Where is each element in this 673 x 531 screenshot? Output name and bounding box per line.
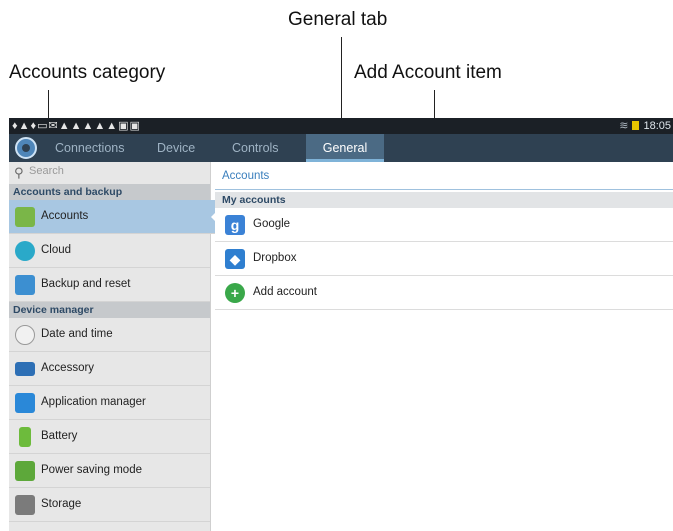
account-item-google[interactable]: g Google: [215, 208, 673, 242]
power-saving-icon: [15, 461, 35, 481]
settings-tab-bar: Connections Device Controls General: [9, 134, 673, 162]
title-divider: [215, 189, 673, 190]
google-icon: g: [225, 215, 245, 235]
backup-reset-icon: [15, 275, 35, 295]
battery-status-icon: [632, 121, 640, 130]
sidebar-item-battery[interactable]: Battery: [9, 420, 210, 454]
clock-icon: [15, 325, 35, 345]
section-header-accounts-backup: Accounts and backup: [9, 184, 210, 200]
account-label: Google: [253, 218, 291, 230]
sidebar-item-label: Storage: [41, 498, 82, 510]
status-right: ≋ 18:05: [619, 119, 671, 133]
search-input[interactable]: Search: [29, 165, 64, 177]
accessory-icon: [15, 362, 35, 376]
sidebar-item-label: Power saving mode: [41, 464, 142, 476]
settings-gear-icon[interactable]: [15, 137, 37, 159]
key-icon: [15, 207, 35, 227]
sidebar-item-label: Application manager: [41, 396, 146, 408]
sidebar-item-backup-reset[interactable]: Backup and reset: [9, 268, 210, 302]
tab-connections[interactable]: Connections: [55, 134, 125, 162]
callout-accounts-category: Accounts category: [9, 62, 166, 83]
search-box[interactable]: ⚲ Search: [9, 162, 210, 185]
sidebar-item-accessory[interactable]: Accessory: [9, 352, 210, 386]
tab-device[interactable]: Device: [157, 134, 195, 162]
tab-general[interactable]: General: [306, 134, 384, 162]
sidebar-item-accounts[interactable]: Accounts: [9, 200, 219, 234]
sidebar-item-label: Accessory: [41, 362, 95, 374]
device-screen: ♦▲♦▭✉▲▲▲▲▲▣▣ ≋ 18:05 Connections Device …: [9, 118, 673, 531]
status-time: 18:05: [643, 119, 671, 132]
section-header-device-manager: Device manager: [9, 302, 210, 318]
sidebar-item-label: Accounts: [41, 210, 89, 222]
sidebar-item-date-time[interactable]: Date and time: [9, 318, 210, 352]
sidebar-item-label: Battery: [41, 430, 78, 442]
account-item-dropbox[interactable]: ◆ Dropbox: [215, 242, 673, 276]
sidebar-item-label: Date and time: [41, 328, 113, 340]
callout-add-account-item: Add Account item: [354, 62, 502, 83]
tab-controls[interactable]: Controls: [232, 134, 279, 162]
dropbox-icon: ◆: [225, 249, 245, 269]
sidebar-item-cloud[interactable]: Cloud: [9, 234, 210, 268]
callout-general-tab: General tab: [288, 9, 388, 30]
battery-icon: [19, 427, 31, 447]
search-icon: ⚲: [14, 165, 24, 180]
account-label: Dropbox: [253, 252, 297, 264]
add-icon: +: [225, 283, 245, 303]
status-bar: ♦▲♦▭✉▲▲▲▲▲▣▣ ≋ 18:05: [9, 118, 673, 134]
add-account-item[interactable]: + Add account: [215, 276, 673, 310]
storage-icon: [15, 495, 35, 515]
grid-icon: [15, 393, 35, 413]
page-title: Accounts: [222, 170, 270, 182]
sidebar-item-label: Backup and reset: [41, 278, 131, 290]
accounts-panel: Accounts My accounts g Google ◆ Dropbox …: [215, 162, 673, 531]
cloud-icon: [15, 241, 35, 261]
settings-sidebar: ⚲ Search Accounts and backup Accounts Cl…: [9, 162, 219, 531]
sidebar-item-label: Cloud: [41, 244, 72, 256]
add-account-label: Add account: [253, 286, 317, 298]
sidebar-item-storage[interactable]: Storage: [9, 488, 210, 522]
sidebar-item-power-saving[interactable]: Power saving mode: [9, 454, 210, 488]
section-header-my-accounts: My accounts: [215, 192, 673, 208]
wifi-icon: ≋: [619, 120, 629, 132]
sidebar-item-application-manager[interactable]: Application manager: [9, 386, 210, 420]
notification-icons: ♦▲♦▭✉▲▲▲▲▲▣▣: [12, 120, 141, 132]
